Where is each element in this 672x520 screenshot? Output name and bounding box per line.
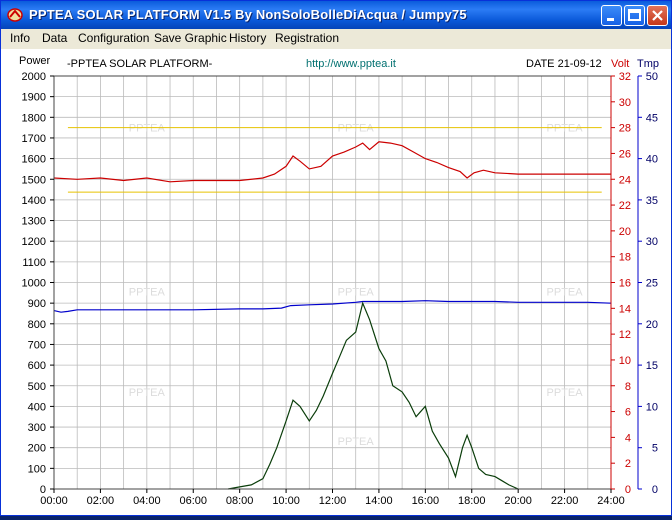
chart-header-left: -PPTEA SOLAR PLATFORM- <box>67 58 213 70</box>
threshold-lines <box>67 127 602 193</box>
power-tick-label: 1500 <box>22 174 46 186</box>
menu-info[interactable]: Info <box>10 31 30 45</box>
time-tick-label: 16:00 <box>412 495 440 507</box>
pptea-logo-icon <box>7 8 23 22</box>
power-tick-label: 800 <box>28 319 46 331</box>
volt-tick-label: 8 <box>625 381 631 393</box>
power-tick-label: 1600 <box>22 154 46 166</box>
window-title: PPTEA SOLAR PLATFORM V1.5 By NonSoloBoll… <box>29 7 467 22</box>
tmp-tick-label: 20 <box>646 319 658 331</box>
menu-history[interactable]: History <box>229 31 266 45</box>
power-tick-label: 700 <box>28 339 46 351</box>
time-tick-label: 14:00 <box>365 495 393 507</box>
volt-tick-label: 28 <box>619 123 631 135</box>
menu-registration[interactable]: Registration <box>275 31 339 45</box>
volt-tick-label: 30 <box>619 97 631 109</box>
power-tick-label: 600 <box>28 360 46 372</box>
power-tick-label: 400 <box>28 401 46 413</box>
watermark-text: PPTEA <box>129 387 166 399</box>
volt-tick-label: 2 <box>625 458 631 470</box>
power-tick-label: 1100 <box>22 257 46 269</box>
tmp-tick-label: 30 <box>646 236 658 248</box>
time-tick-label: 08:00 <box>226 495 254 507</box>
menu-configuration[interactable]: Configuration <box>78 31 149 45</box>
menu-bar: Info Data Configuration Save Graphic His… <box>1 29 671 48</box>
watermark-text: PPTEA <box>129 123 166 135</box>
power-tick-label: 1900 <box>22 92 46 104</box>
power-tick-label: 200 <box>28 443 46 455</box>
power-tick-label: 1400 <box>22 195 46 207</box>
volt-tick-label: 18 <box>619 252 631 264</box>
time-tick-label: 12:00 <box>319 495 347 507</box>
minimize-button[interactable] <box>601 5 622 26</box>
power-tick-label: 1300 <box>22 216 46 228</box>
watermark-text: PPTEA <box>338 436 375 448</box>
title-bar[interactable]: PPTEA SOLAR PLATFORM V1.5 By NonSoloBoll… <box>1 1 671 29</box>
volt-tick-label: 20 <box>619 226 631 238</box>
tmp-axis-label: Tmp <box>637 58 659 70</box>
menu-save-graphic[interactable]: Save Graphic <box>154 31 227 45</box>
close-icon <box>652 10 663 21</box>
watermark-text: PPTEA <box>129 287 166 299</box>
watermark-text: PPTEA <box>547 387 584 399</box>
power-axis-label: Power <box>19 55 51 67</box>
chart-panel: PPTEA PPTEA PPTEA PPTEA PPTEA PPTEA PPTEA PPTEA… <box>1 49 671 515</box>
volt-tick-label: 24 <box>619 174 631 186</box>
time-tick-label: 18:00 <box>458 495 486 507</box>
power-tick-label: 1700 <box>22 133 46 145</box>
power-tick-label: 1200 <box>22 236 46 248</box>
volt-tick-label: 22 <box>619 200 631 212</box>
volt-tick-label: 32 <box>619 71 631 83</box>
watermark-text: PPTEA <box>338 287 375 299</box>
tmp-tick-label: 0 <box>652 484 658 496</box>
power-tick-label: 500 <box>28 381 46 393</box>
power-tick-label: 1800 <box>22 112 46 124</box>
tmp-tick-label: 5 <box>652 443 658 455</box>
power-tick-label: 2000 <box>22 71 46 83</box>
menu-data[interactable]: Data <box>42 31 67 45</box>
tmp-tick-label: 40 <box>646 154 658 166</box>
watermark-text: PPTEA <box>547 123 584 135</box>
chart-header-url[interactable]: http://www.pptea.it <box>306 58 396 70</box>
volt-tick-label: 0 <box>625 484 631 496</box>
app-window: PPTEA SOLAR PLATFORM V1.5 By NonSoloBoll… <box>0 0 672 516</box>
time-tick-label: 06:00 <box>179 495 207 507</box>
volt-tick-label: 26 <box>619 148 631 160</box>
maximize-button[interactable] <box>624 5 645 26</box>
tmp-tick-label: 50 <box>646 71 658 83</box>
power-tick-label: 900 <box>28 298 46 310</box>
minimize-icon <box>607 18 614 21</box>
volt-tick-label: 14 <box>619 303 631 315</box>
solar-chart: PPTEA PPTEA PPTEA PPTEA PPTEA PPTEA PPTEA PPTEA… <box>19 55 659 507</box>
time-tick-label: 20:00 <box>504 495 532 507</box>
power-tick-label: 1000 <box>22 278 46 290</box>
volt-tick-label: 6 <box>625 407 631 419</box>
time-tick-label: 00:00 <box>40 495 68 507</box>
volt-tick-label: 10 <box>619 355 631 367</box>
power-series-line <box>227 301 519 490</box>
tmp-tick-label: 10 <box>646 401 658 413</box>
volt-tick-label: 12 <box>619 329 631 341</box>
watermark-text: PPTEA <box>338 123 375 135</box>
volt-axis-label: Volt <box>611 58 629 70</box>
chart-header-date: DATE 21-09-12 <box>526 58 602 70</box>
tmp-tick-label: 35 <box>646 195 658 207</box>
time-tick-label: 22:00 <box>551 495 579 507</box>
volt-tick-label: 4 <box>625 432 631 444</box>
tmp-tick-label: 15 <box>646 360 658 372</box>
power-tick-label: 300 <box>28 422 46 434</box>
watermark-text: PPTEA <box>547 287 584 299</box>
time-tick-label: 04:00 <box>133 495 161 507</box>
tmp-tick-label: 45 <box>646 112 658 124</box>
time-tick-label: 02:00 <box>87 495 115 507</box>
grid-lines <box>53 75 612 490</box>
tmp-tick-label: 25 <box>646 278 658 290</box>
time-tick-label: 24:00 <box>597 495 625 507</box>
power-tick-label: 100 <box>28 463 46 475</box>
maximize-icon <box>628 9 641 21</box>
volt-tick-label: 16 <box>619 278 631 290</box>
close-button[interactable] <box>647 5 668 26</box>
time-tick-label: 10:00 <box>272 495 300 507</box>
